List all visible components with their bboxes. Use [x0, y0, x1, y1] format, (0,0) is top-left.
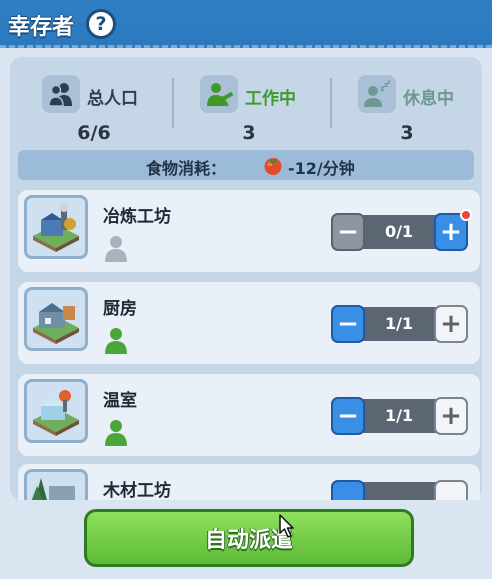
decrease-button[interactable]	[331, 480, 365, 500]
worker-stepper: − 1/1 +	[331, 397, 468, 435]
working-label: 工作中	[245, 89, 296, 109]
sleep-icon: z z z	[358, 75, 396, 113]
auto-assign-button[interactable]: 自动派遣	[84, 509, 414, 567]
building-name: 温室	[103, 391, 137, 411]
increase-button[interactable]: +	[434, 305, 468, 343]
food-consumption-bar: 食物消耗： -12/分钟	[18, 150, 474, 180]
mouse-cursor-icon	[279, 514, 294, 538]
food-label: 食物消耗：	[146, 159, 227, 178]
building-row-kitchen: 厨房 − 1/1 +	[18, 282, 480, 364]
increase-button[interactable]: +	[434, 209, 472, 251]
building-name: 冶炼工坊	[103, 207, 171, 227]
kitchen-building-image	[24, 287, 88, 351]
food-value: -12/分钟	[288, 159, 355, 178]
building-row-lumber: 木材工坊	[18, 464, 480, 500]
resting-value: 3	[400, 122, 414, 144]
stat-working: 工作中 3	[200, 70, 350, 150]
building-name: 木材工坊	[103, 481, 171, 500]
svg-text:z: z	[387, 79, 391, 86]
worker-count: 1/1	[384, 406, 414, 425]
notification-dot	[460, 209, 472, 221]
people-icon	[42, 75, 80, 113]
greenhouse-building-image	[24, 379, 88, 443]
smelting-building-image	[24, 195, 88, 259]
help-button[interactable]: ?	[86, 9, 116, 39]
worker-count: 0/1	[384, 222, 414, 241]
worker-slot-empty-icon[interactable]	[103, 234, 129, 262]
increase-button[interactable]	[434, 480, 468, 500]
building-name: 厨房	[103, 299, 137, 319]
stat-resting: z z z 休息中 3	[358, 70, 492, 150]
tomato-icon	[264, 158, 282, 175]
worker-stepper	[331, 480, 468, 500]
worker-count: 1/1	[384, 314, 414, 333]
decrease-button[interactable]: −	[331, 213, 365, 251]
lumber-building-image	[24, 469, 88, 500]
divider	[330, 78, 332, 128]
worker-hammer-icon	[200, 75, 238, 113]
divider	[172, 78, 174, 128]
population-label: 总人口	[87, 89, 138, 109]
worker-slot-filled-icon[interactable]	[103, 326, 129, 354]
top-bar: 幸存者 ?	[0, 0, 492, 48]
increase-button[interactable]: +	[434, 397, 468, 435]
stat-population: 总人口 6/6	[42, 70, 192, 150]
worker-stepper: − 0/1 +	[331, 209, 472, 251]
resting-label: 休息中	[403, 89, 454, 109]
working-value: 3	[242, 122, 256, 144]
worker-stepper: − 1/1 +	[331, 305, 468, 343]
decrease-button[interactable]: −	[331, 397, 365, 435]
worker-slot-filled-icon[interactable]	[103, 418, 129, 446]
building-row-smelting: 冶炼工坊 − 0/1 +	[18, 190, 480, 272]
population-value: 6/6	[77, 122, 111, 144]
page-title: 幸存者	[8, 15, 75, 40]
building-row-greenhouse: 温室 − 1/1 +	[18, 374, 480, 456]
decrease-button[interactable]: −	[331, 305, 365, 343]
